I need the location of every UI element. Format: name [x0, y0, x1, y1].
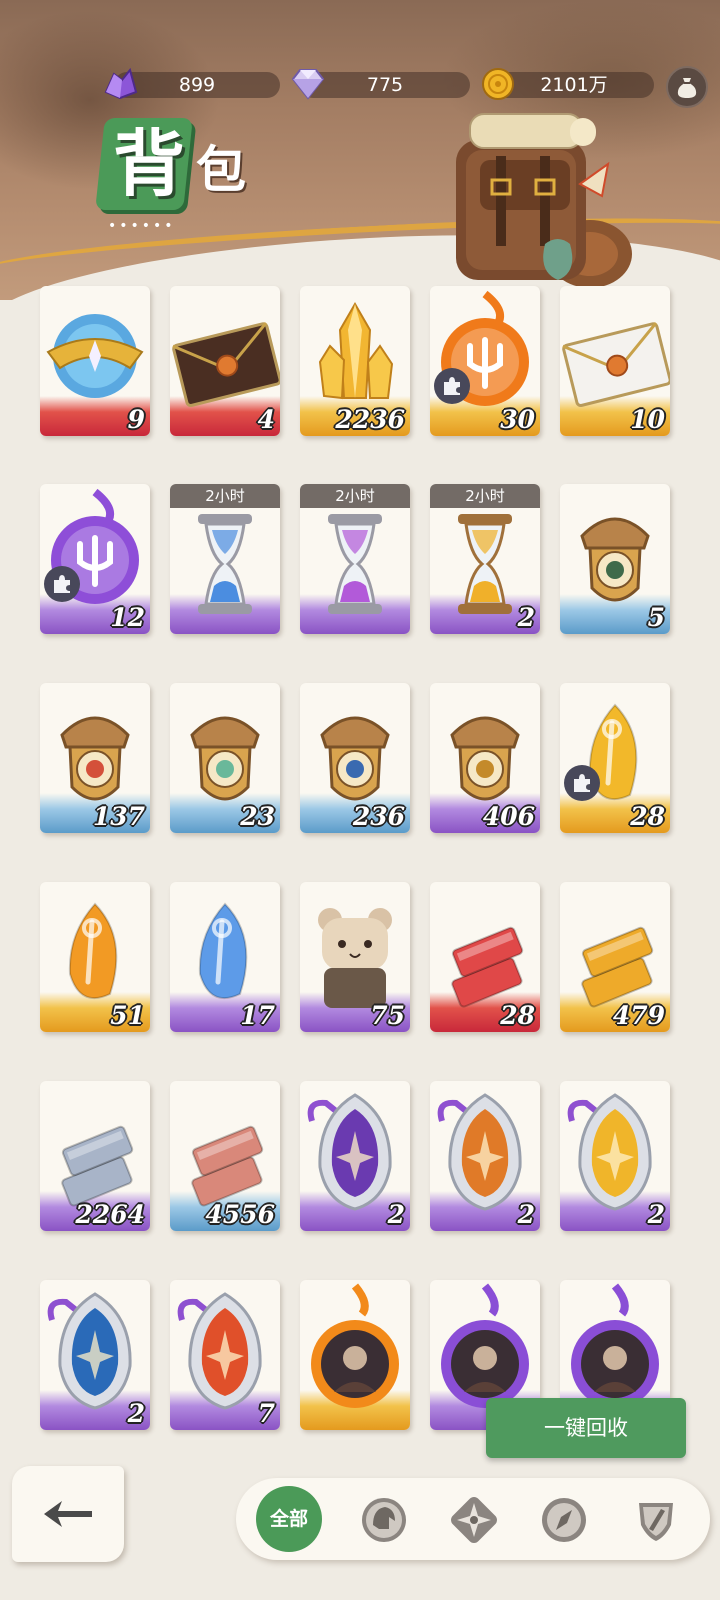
compass-star-filter-icon: [451, 1497, 497, 1543]
diamond-icon: [288, 64, 328, 104]
item-quantity: 2: [517, 603, 535, 632]
page-title-char-1: 背: [112, 121, 185, 206]
item-quantity: 17: [240, 1001, 275, 1030]
item-quantity: 23: [240, 802, 275, 831]
inventory-item[interactable]: 2: [300, 1081, 410, 1231]
inventory-item[interactable]: 75: [300, 882, 410, 1032]
item-quantity: 30: [500, 405, 535, 434]
item-quantity: 4: [257, 405, 275, 434]
gold-amount: 2101万: [540, 74, 608, 96]
item-quantity: 2: [127, 1399, 145, 1428]
item-quantity: 137: [92, 802, 145, 831]
purple-crystal-icon: [100, 64, 140, 104]
inventory-item[interactable]: 9: [40, 286, 150, 436]
backpack-illustration: [456, 113, 632, 288]
item-quantity: 2: [517, 1200, 535, 1229]
puzzle-piece-icon: [434, 368, 470, 404]
currency-bar-gold: 2101万: [494, 72, 654, 98]
filter-tab-all[interactable]: 全部: [256, 1486, 322, 1552]
item-quantity: 28: [630, 802, 665, 831]
inventory-item[interactable]: 7: [170, 1280, 280, 1430]
inventory-item[interactable]: 4: [170, 286, 280, 436]
item-quantity: 51: [110, 1001, 145, 1030]
crystal-amount: 899: [178, 74, 216, 96]
inventory-item[interactable]: 10: [560, 286, 670, 436]
money-bag-button[interactable]: [666, 66, 708, 108]
inventory-item[interactable]: 5: [560, 484, 670, 634]
item-quantity: 2236: [335, 405, 405, 434]
puzzle-piece-icon: [44, 566, 80, 602]
filter-tab-star[interactable]: [448, 1494, 500, 1546]
back-arrow-icon: [44, 1501, 92, 1527]
inventory-item[interactable]: 17: [170, 882, 280, 1032]
item-quantity: 2264: [75, 1200, 145, 1229]
inventory-item[interactable]: 2264: [40, 1081, 150, 1231]
item-quantity: 28: [500, 1001, 535, 1030]
filter-tab-compass[interactable]: [538, 1494, 590, 1546]
back-button[interactable]: [12, 1466, 124, 1562]
inventory-item[interactable]: 2: [430, 1081, 540, 1231]
inventory-item[interactable]: 2小时 2: [430, 484, 540, 634]
filter-tab-shield[interactable]: [630, 1494, 682, 1546]
money-bag-icon: [677, 78, 697, 98]
item-quantity: 10: [630, 405, 665, 434]
inventory-item[interactable]: 479: [560, 882, 670, 1032]
item-quantity: 236: [352, 802, 405, 831]
gold-coin-icon: [478, 64, 518, 104]
item-timer: 2小时: [170, 484, 280, 508]
filter-tab-helmet[interactable]: [358, 1494, 410, 1546]
inventory-item[interactable]: 4556: [170, 1081, 280, 1231]
item-quantity: 2: [387, 1200, 405, 1229]
inventory-item[interactable]: 2: [40, 1280, 150, 1430]
title-dots: ••••••: [108, 218, 176, 234]
item-quantity: 9: [127, 405, 145, 434]
inventory-item[interactable]: 28: [430, 882, 540, 1032]
inventory-item[interactable]: 406: [430, 683, 540, 833]
inventory-item[interactable]: 236: [300, 683, 410, 833]
item-quantity: 7: [257, 1399, 275, 1428]
shield-sword-filter-icon: [639, 1503, 673, 1541]
item-quantity: 479: [612, 1001, 665, 1030]
inventory-item[interactable]: 28: [560, 683, 670, 833]
puzzle-piece-icon: [564, 765, 600, 801]
inventory-item[interactable]: 2小时: [170, 484, 280, 634]
inventory-item[interactable]: 30: [430, 286, 540, 436]
inventory-item[interactable]: 137: [40, 683, 150, 833]
inventory-item[interactable]: 2236: [300, 286, 410, 436]
item-quantity: 75: [370, 1001, 405, 1030]
page-title-char-2: 包: [196, 140, 246, 199]
item-quantity: 12: [110, 603, 145, 632]
inventory-item[interactable]: 51: [40, 882, 150, 1032]
item-timer: 2小时: [430, 484, 540, 508]
item-timer: 2小时: [300, 484, 410, 508]
item-quantity: 406: [482, 802, 535, 831]
item-quantity: 2: [647, 1200, 665, 1229]
helmet-filter-icon: [362, 1498, 406, 1542]
inventory-item[interactable]: 2小时: [300, 484, 410, 634]
inventory-item[interactable]: 12: [40, 484, 150, 634]
diamond-amount: 775: [366, 74, 404, 96]
item-quantity: 4556: [205, 1200, 275, 1229]
inventory-item[interactable]: 23: [170, 683, 280, 833]
item-quantity: 5: [647, 603, 665, 632]
inventory-item[interactable]: 2: [560, 1081, 670, 1231]
inventory-item[interactable]: [300, 1280, 410, 1430]
compass-filter-icon: [542, 1498, 586, 1542]
one-click-recycle-button[interactable]: 一键回收: [486, 1398, 686, 1458]
